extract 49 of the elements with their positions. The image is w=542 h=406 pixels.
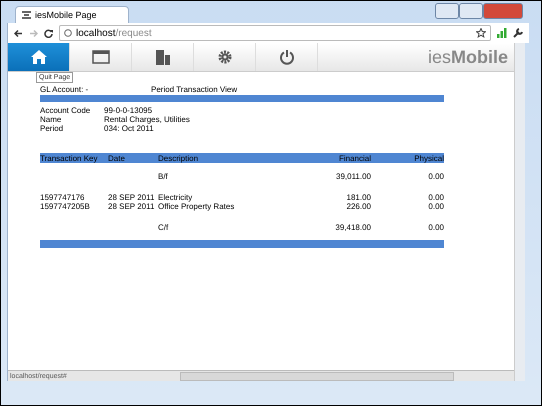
- column-header: Physical: [413, 154, 444, 162]
- table-cell-text: 0.00: [427, 202, 444, 211]
- toolbar-button[interactable]: [8, 43, 70, 71]
- settings-icon: [216, 49, 232, 65]
- signal-icon[interactable]: [497, 28, 507, 38]
- maximize-button[interactable]: [459, 3, 483, 19]
- page-icon: [22, 10, 31, 20]
- table-cell-text: 39,011.00: [335, 172, 371, 181]
- table-cell-text: 39,418.00: [334, 223, 371, 232]
- column-header: Date: [108, 154, 126, 162]
- table-cell-text: B/f: [158, 172, 169, 181]
- vertical-scrollbar[interactable]: [514, 43, 525, 381]
- home-icon: [30, 50, 46, 64]
- back-icon[interactable]: [14, 28, 23, 38]
- table-cell-text: C/f: [158, 223, 170, 232]
- table-cell-text: 1597747205B: [40, 202, 91, 211]
- horizontal-scrollbar[interactable]: [180, 372, 454, 380]
- table-cell-text: Office Property Rates: [158, 202, 236, 211]
- detail-label: Account Code: [40, 106, 92, 115]
- table-cell-text: Electricity: [158, 193, 194, 202]
- building-icon: [154, 49, 170, 65]
- detail-label: Name: [40, 115, 62, 124]
- reload-icon[interactable]: [44, 28, 53, 38]
- window-icon: [92, 50, 110, 64]
- detail-label: Period: [40, 124, 64, 133]
- report-title: Period Transaction View: [151, 84, 238, 94]
- detail-value: 99-0-0-13095: [104, 106, 152, 115]
- table-cell-text: 0.00: [427, 172, 444, 181]
- table-cell-text: 0.00: [427, 193, 444, 202]
- address-field[interactable]: localhost/request: [59, 25, 491, 41]
- table-cell-text: 0.00: [427, 223, 444, 232]
- detail-value: Rental Charges, Utilities: [104, 115, 190, 124]
- column-header: Financial: [338, 154, 371, 162]
- globe-icon: [64, 29, 72, 37]
- table-cell-text: 28 SEP 2011: [108, 193, 156, 202]
- table-cell-text: 181.00: [346, 193, 371, 202]
- wrench-icon[interactable]: [513, 28, 523, 38]
- browser-tab[interactable]: iesMobile Page: [15, 6, 129, 23]
- power-icon: [278, 49, 294, 65]
- table-cell-text: 28 SEP 2011: [108, 202, 156, 211]
- star-icon[interactable]: [476, 28, 486, 38]
- table-cell-text: 1597747176: [40, 193, 86, 202]
- column-header: Description: [158, 154, 200, 162]
- gl-account: GL Account: -: [40, 84, 90, 94]
- table-cell-text: 226.00: [346, 202, 371, 211]
- brand-logo: iesMobile: [428, 46, 508, 68]
- detail-value: 034: Oct 2011: [104, 124, 154, 133]
- column-header: Transaction Key: [40, 154, 99, 162]
- minimize-button[interactable]: [435, 3, 459, 19]
